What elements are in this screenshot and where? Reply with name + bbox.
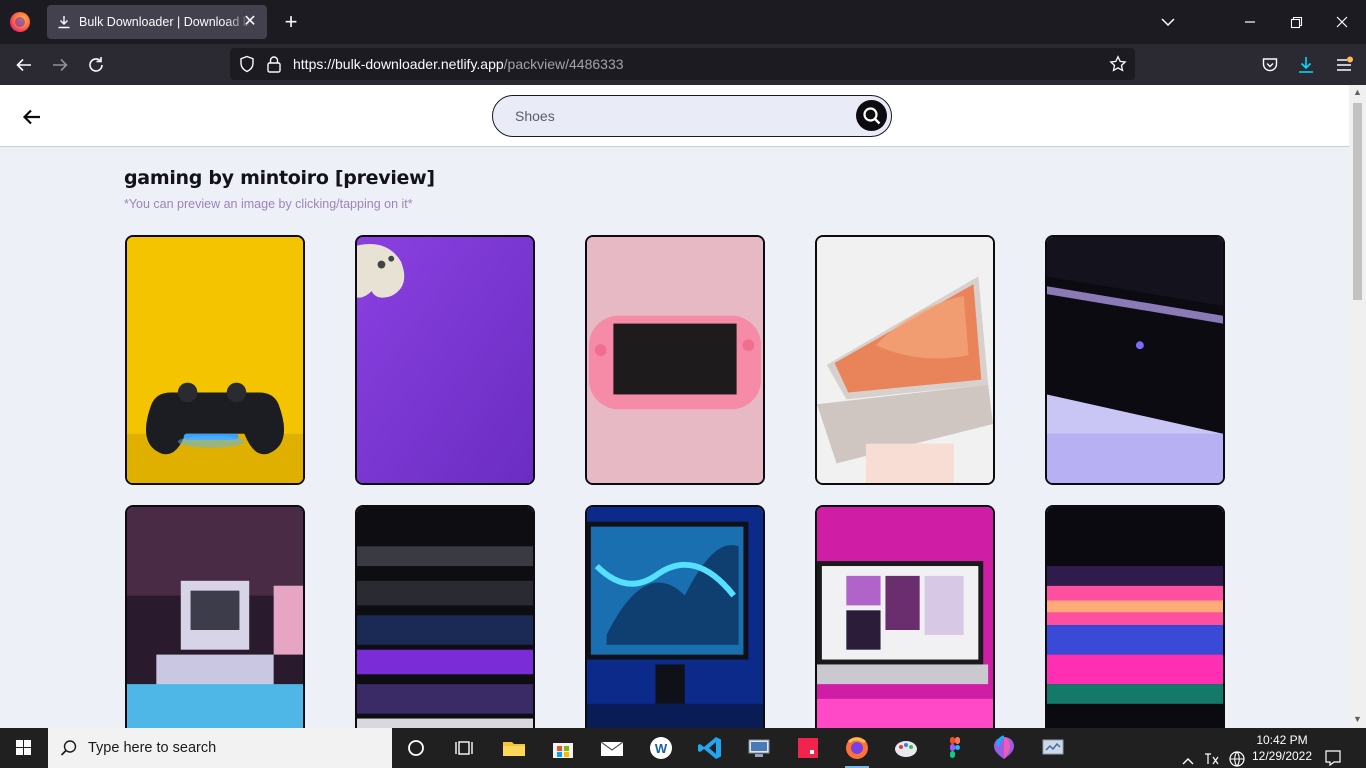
shield-icon[interactable] [238, 55, 256, 73]
address-bar[interactable]: https://bulk-downloader.netlify.app/pack… [230, 48, 1135, 80]
image-card-controller-purple[interactable] [355, 235, 535, 485]
browser-tab-active[interactable]: Bulk Downloader | Download bulk images ✕ [47, 5, 267, 39]
taskbar-clock[interactable]: 10:42 PM 12/29/2022 [1250, 732, 1314, 764]
image-card-laptop[interactable] [815, 235, 995, 485]
back-arrow-icon[interactable] [12, 53, 36, 77]
clock-time: 10:42 PM [1256, 733, 1308, 747]
list-all-tabs-button[interactable] [1158, 12, 1178, 32]
cortana-icon[interactable] [402, 734, 430, 762]
image-card-pink-handheld[interactable] [585, 235, 765, 485]
search-input[interactable] [515, 106, 835, 126]
scroll-down-arrow-icon[interactable]: ▼ [1353, 715, 1362, 724]
image-card-gamepad[interactable] [125, 235, 305, 485]
task-view-icon[interactable] [450, 734, 478, 762]
microsoft-store-icon[interactable] [549, 734, 577, 762]
app-w-icon[interactable]: W [647, 734, 675, 762]
preview-hint: *You can preview an image by clicking/ta… [124, 197, 413, 211]
gamepad-image [127, 237, 303, 483]
image-card-monitor-blue[interactable] [585, 505, 765, 728]
scroll-up-arrow-icon[interactable]: ▲ [1353, 88, 1362, 97]
lock-icon[interactable] [266, 55, 282, 73]
search-bar [492, 95, 892, 137]
taskbar-search-box[interactable]: Type here to search [48, 728, 392, 768]
notification-icon[interactable] [1323, 738, 1343, 768]
controller-image [357, 237, 533, 483]
monitor-image [587, 507, 763, 728]
page-viewport: gaming by mintoiro [preview] *You can pr… [0, 85, 1349, 728]
download-icon [57, 15, 71, 29]
downloads-icon[interactable] [1296, 55, 1316, 75]
firefox-icon[interactable] [10, 12, 30, 32]
pocket-icon[interactable] [1261, 56, 1279, 74]
close-tab-icon[interactable]: ✕ [241, 13, 259, 31]
site-header [0, 85, 1349, 147]
start-button[interactable] [0, 728, 48, 768]
laptop-image [817, 237, 993, 483]
laptop-neon-image [1047, 507, 1223, 728]
page-title: gaming by mintoiro [preview] [124, 167, 435, 189]
imac-image [817, 507, 993, 728]
image-card-laptop-neon[interactable] [1045, 505, 1225, 728]
paint-icon[interactable] [892, 734, 920, 762]
restore-button[interactable] [1284, 10, 1308, 34]
taskbar-search-text: Type here to search [88, 740, 217, 756]
clock-date: 12/29/2022 [1251, 749, 1313, 763]
remote-desktop-icon[interactable] [745, 734, 773, 762]
figma-icon[interactable] [941, 734, 969, 762]
tab-title: Bulk Downloader | Download bulk images [79, 15, 251, 29]
scrollbar-thumb[interactable] [1353, 103, 1362, 300]
menu-icon[interactable] [1334, 55, 1354, 75]
back-arrow-icon[interactable] [20, 105, 44, 129]
url-host: https://bulk-downloader.netlify.app [293, 56, 504, 72]
windows-taskbar: Type here to search W 10:42 PM 12/29/202… [0, 728, 1366, 768]
windows-logo-icon [16, 740, 31, 755]
search-button[interactable] [856, 100, 887, 131]
search-icon [60, 740, 77, 756]
balloon-app-icon[interactable] [990, 734, 1018, 762]
close-window-button[interactable] [1330, 10, 1354, 34]
keyboard-image [357, 507, 533, 728]
handheld-image [587, 237, 763, 483]
red-app-icon[interactable] [794, 734, 822, 762]
input-indicator-icon[interactable] [1203, 739, 1221, 768]
new-tab-button[interactable]: + [280, 11, 302, 33]
monitor-app-icon[interactable] [1039, 734, 1067, 762]
console-image [1047, 237, 1223, 483]
image-card-imac-pink[interactable] [815, 505, 995, 728]
image-card-retro-computers[interactable] [125, 505, 305, 728]
chevron-up-icon[interactable] [1181, 741, 1195, 768]
bookmark-star-icon[interactable] [1109, 55, 1127, 73]
forward-arrow-icon[interactable] [48, 53, 72, 77]
svg-text:W: W [655, 741, 668, 756]
page-scrollbar[interactable]: ▲ ▼ [1349, 85, 1366, 728]
browser-tab-bar: Bulk Downloader | Download bulk images ✕… [0, 0, 1366, 44]
url-path: /packview/4486333 [503, 56, 624, 72]
file-explorer-icon[interactable] [500, 734, 528, 762]
globe-icon[interactable] [1228, 739, 1246, 768]
reload-icon[interactable] [84, 53, 108, 77]
firefox-taskbar-icon[interactable] [843, 734, 871, 768]
retro-computers-image [127, 507, 303, 728]
image-card-keyboard[interactable] [355, 505, 535, 728]
mail-icon[interactable] [598, 734, 626, 762]
minimize-button[interactable] [1238, 10, 1262, 34]
vscode-icon[interactable] [696, 734, 724, 762]
url-text[interactable]: https://bulk-downloader.netlify.app/pack… [293, 56, 624, 72]
search-icon [863, 107, 881, 125]
image-card-console-closeup[interactable] [1045, 235, 1225, 485]
browser-nav-bar: https://bulk-downloader.netlify.app/pack… [0, 44, 1366, 85]
